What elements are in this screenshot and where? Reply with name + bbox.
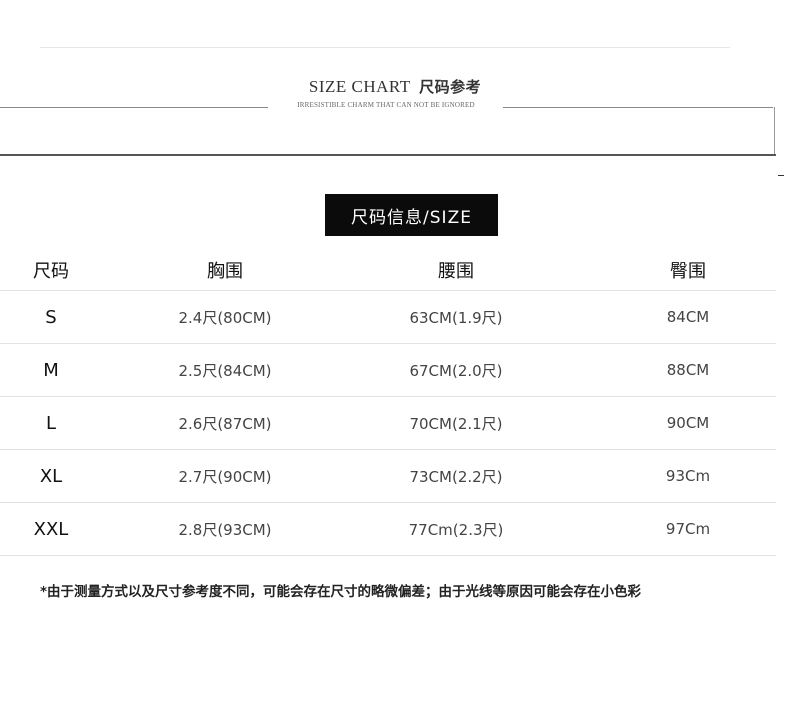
size-cell: L <box>45 412 57 434</box>
table-row: XXL 2.8尺(93CM) 77Cm(2.3尺) 97Cm <box>0 503 776 556</box>
hip-cell: 88CM <box>666 361 710 379</box>
bust-cell: 2.4尺(80CM) <box>178 308 272 327</box>
title-english: SIZE CHART <box>308 77 411 96</box>
hip-cell: 84CM <box>666 308 710 326</box>
section-divider <box>0 154 776 156</box>
size-info-badge: 尺码信息/SIZE <box>325 194 498 236</box>
hip-cell: 97Cm <box>665 520 711 538</box>
size-chart-title: SIZE CHART 尺码参考 <box>0 76 790 97</box>
column-header-waist: 腰围 <box>438 261 474 282</box>
waist-cell: 67CM(2.0尺) <box>409 361 503 380</box>
size-cell: XXL <box>33 518 69 540</box>
title-chinese: 尺码参考 <box>419 78 482 96</box>
size-cell: XL <box>39 465 63 487</box>
subtitle-text: IRRESISTIBLE CHARM THAT CAN NOT BE IGNOR… <box>297 101 475 109</box>
hip-cell: 90CM <box>666 414 710 432</box>
subtitle-line-left <box>0 107 268 108</box>
measurement-disclaimer: *由于测量方式以及尺寸参考度不同，可能会存在尺寸的略微偏差；由于光线等原因可能会… <box>40 584 642 600</box>
edge-mark <box>778 175 784 176</box>
bust-cell: 2.6尺(87CM) <box>178 414 272 433</box>
subtitle-row: IRRESISTIBLE CHARM THAT CAN NOT BE IGNOR… <box>0 101 790 113</box>
table-header-row: 尺码 胸围 腰围 臀围 <box>0 250 776 291</box>
hip-cell: 93Cm <box>665 467 711 485</box>
bust-cell: 2.7尺(90CM) <box>178 467 272 486</box>
table-row: M 2.5尺(84CM) 67CM(2.0尺) 88CM <box>0 344 776 397</box>
size-cell: M <box>43 359 59 381</box>
bust-cell: 2.5尺(84CM) <box>178 361 272 380</box>
column-header-size: 尺码 <box>33 261 69 282</box>
top-divider <box>40 47 730 48</box>
table-row: XL 2.7尺(90CM) 73CM(2.2尺) 93Cm <box>0 450 776 503</box>
size-table: 尺码 胸围 腰围 臀围 S 2.4尺(80CM) 63CM(1.9尺) 84CM… <box>0 250 776 556</box>
table-row: S 2.4尺(80CM) 63CM(1.9尺) 84CM <box>0 291 776 344</box>
table-row: L 2.6尺(87CM) 70CM(2.1尺) 90CM <box>0 397 776 450</box>
waist-cell: 77Cm(2.3尺) <box>408 520 504 539</box>
column-header-bust: 胸围 <box>207 261 243 282</box>
size-cell: S <box>45 306 57 328</box>
side-border <box>774 107 775 155</box>
waist-cell: 70CM(2.1尺) <box>409 414 503 433</box>
subtitle-line-right <box>503 107 773 108</box>
waist-cell: 63CM(1.9尺) <box>409 308 503 327</box>
waist-cell: 73CM(2.2尺) <box>409 467 503 486</box>
bust-cell: 2.8尺(93CM) <box>178 520 272 539</box>
column-header-hip: 臀围 <box>670 261 706 282</box>
